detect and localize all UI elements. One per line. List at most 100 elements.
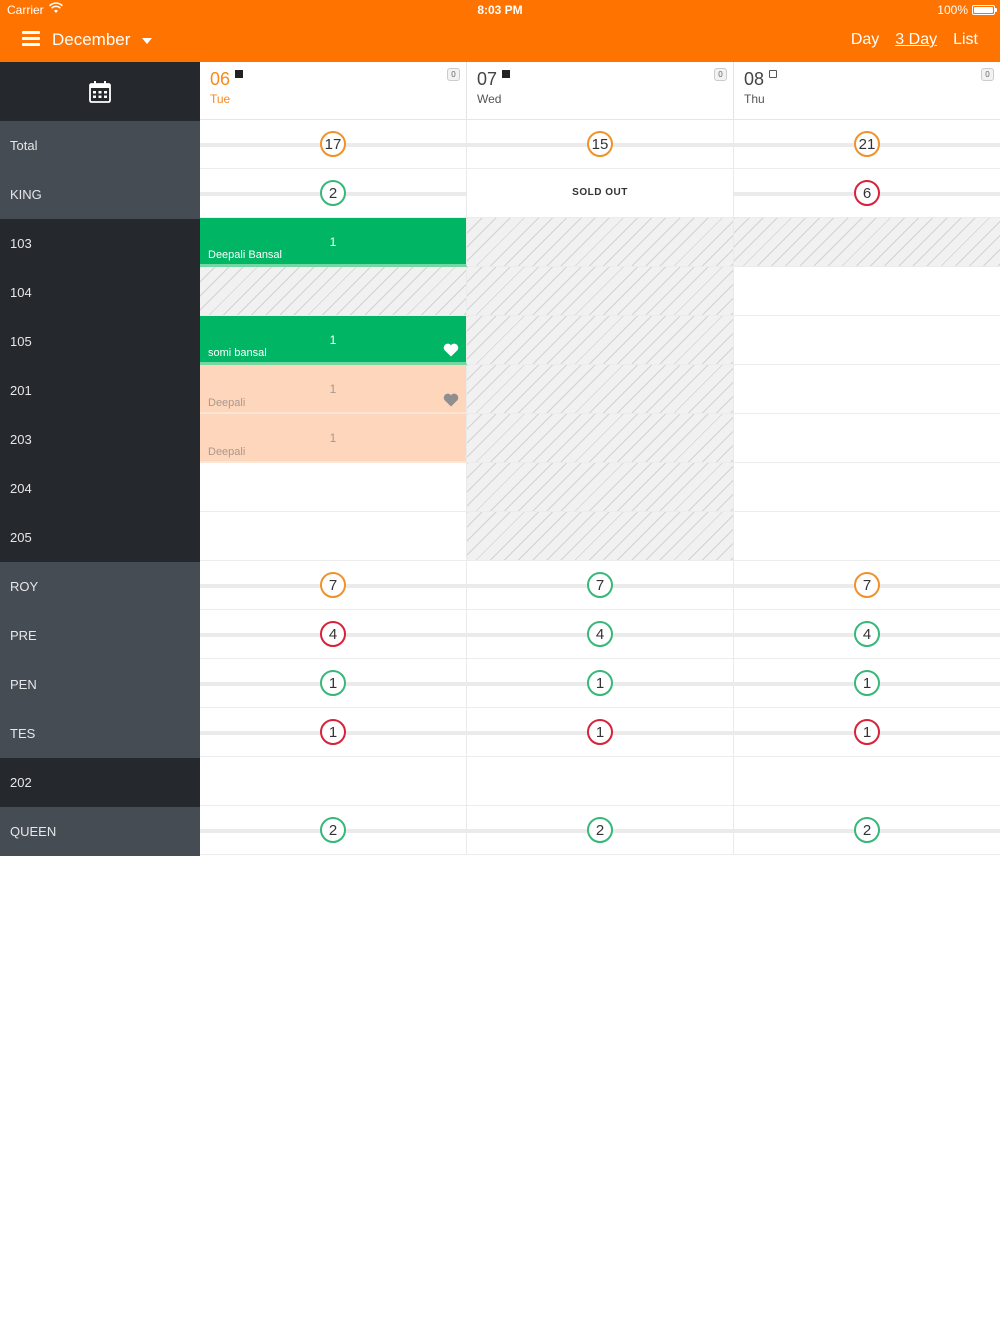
view-tab-list[interactable]: List — [953, 31, 978, 49]
grid-row-roy: 7 7 7 — [200, 561, 1000, 610]
availability-count: 4 — [587, 621, 613, 647]
empty-cell[interactable] — [734, 316, 1000, 365]
calendar-icon — [89, 80, 111, 103]
availability-cell[interactable]: 21 — [734, 120, 1000, 169]
empty-cell[interactable] — [467, 757, 734, 806]
view-tab-day[interactable]: Day — [851, 31, 879, 49]
view-tabs: Day 3 Day List — [851, 31, 978, 49]
empty-cell[interactable] — [200, 512, 467, 561]
availability-cell[interactable]: 7 — [467, 561, 734, 610]
grid-row-104 — [200, 267, 1000, 316]
sidebar-row-roy[interactable]: ROY — [0, 562, 200, 611]
day-number: 06 — [210, 69, 231, 89]
availability-count: 1 — [587, 719, 613, 745]
day-header-08[interactable]: 08 Thu 0 — [734, 62, 1000, 119]
guest-name: Deepali — [208, 446, 246, 458]
availability-cell[interactable]: 1 — [734, 659, 1000, 708]
availability-grid: 06 Tue 0 07 Wed 0 08 Thu 0 17 15 21 2 SOLD OUT 6 1 Deep… — [200, 62, 1000, 855]
sidebar-row-204[interactable]: 204 — [0, 464, 200, 513]
availability-cell[interactable]: 1 — [467, 708, 734, 757]
day-header-07[interactable]: 07 Wed 0 — [467, 62, 734, 119]
sidebar-row-103[interactable]: 103 — [0, 219, 200, 268]
note-icon[interactable] — [235, 70, 243, 78]
sidebar-row-201[interactable]: 201 — [0, 366, 200, 415]
sidebar-row-105[interactable]: 105 — [0, 317, 200, 366]
note-icon[interactable] — [769, 70, 777, 78]
blocked-cell — [467, 512, 734, 561]
availability-cell[interactable]: SOLD OUT — [467, 169, 734, 218]
sidebar-row-total[interactable]: Total — [0, 121, 200, 170]
empty-cell[interactable] — [200, 463, 467, 512]
blocked-cell — [467, 316, 734, 365]
count-badge: 0 — [981, 68, 994, 81]
calendar-button[interactable] — [0, 62, 200, 121]
grid-row-total: 17 15 21 — [200, 120, 1000, 169]
day-name: Thu — [744, 92, 765, 106]
heart-icon — [443, 393, 459, 407]
empty-cell[interactable] — [734, 267, 1000, 316]
empty-cell[interactable] — [734, 757, 1000, 806]
availability-cell[interactable]: 1 — [200, 708, 467, 757]
availability-cell[interactable]: 2 — [200, 806, 467, 855]
battery-icon — [972, 5, 997, 15]
empty-cell[interactable] — [734, 512, 1000, 561]
sidebar-row-205[interactable]: 205 — [0, 513, 200, 562]
availability-cell[interactable]: 7 — [200, 561, 467, 610]
sidebar-row-queen[interactable]: QUEEN — [0, 807, 200, 856]
availability-cell[interactable]: 1 — [200, 659, 467, 708]
booking-cell[interactable]: 1 Deepali — [200, 365, 467, 414]
sidebar-row-202[interactable]: 202 — [0, 758, 200, 807]
empty-cell[interactable] — [734, 463, 1000, 512]
booking-cell[interactable]: 1 somi bansal — [200, 316, 467, 365]
sidebar-row-tes[interactable]: TES — [0, 709, 200, 758]
availability-count: 7 — [587, 572, 613, 598]
booking-cell[interactable]: 1 Deepali — [200, 414, 467, 463]
availability-cell[interactable]: 1 — [467, 659, 734, 708]
empty-cell[interactable] — [734, 414, 1000, 463]
availability-cell[interactable]: 15 — [467, 120, 734, 169]
month-selector[interactable]: December — [52, 30, 130, 50]
availability-cell[interactable]: 1 — [734, 708, 1000, 757]
nav-bar: December Day 3 Day List — [0, 20, 1000, 62]
availability-cell[interactable]: 6 — [734, 169, 1000, 218]
availability-count: 1 — [854, 670, 880, 696]
day-header-06[interactable]: 06 Tue 0 — [200, 62, 467, 119]
note-icon[interactable] — [502, 70, 510, 78]
grid-row-202 — [200, 757, 1000, 806]
availability-cell[interactable]: 2 — [734, 806, 1000, 855]
grid-row-queen: 2 2 2 — [200, 806, 1000, 855]
day-headers: 06 Tue 0 07 Wed 0 08 Thu 0 — [200, 62, 1000, 120]
availability-cell[interactable]: 2 — [200, 169, 467, 218]
availability-cell[interactable]: 4 — [467, 610, 734, 659]
empty-cell[interactable] — [200, 757, 467, 806]
caret-down-icon[interactable] — [142, 38, 152, 44]
availability-cell[interactable]: 4 — [734, 610, 1000, 659]
grid-row-pen: 1 1 1 — [200, 659, 1000, 708]
view-tab-3-day[interactable]: 3 Day — [895, 31, 937, 49]
sidebar-row-king[interactable]: KING — [0, 170, 200, 219]
availability-count: 1 — [587, 670, 613, 696]
empty-cell[interactable] — [734, 365, 1000, 414]
top-bar: Carrier 8:03 PM 100% December Day 3 Day Li… — [0, 0, 1000, 62]
availability-count: 2 — [587, 817, 613, 843]
grid-row-105: 1 somi bansal — [200, 316, 1000, 365]
room-sidebar: Total KING 103 104 105 201 203 204 205 ROY PRE PEN T… — [0, 62, 200, 856]
blocked-cell — [467, 267, 734, 316]
sidebar-row-104[interactable]: 104 — [0, 268, 200, 317]
blocked-cell — [467, 365, 734, 414]
availability-cell[interactable]: 4 — [200, 610, 467, 659]
status-bar: Carrier 8:03 PM 100% — [0, 0, 1000, 20]
day-name: Tue — [210, 92, 231, 106]
availability-cell[interactable]: 2 — [467, 806, 734, 855]
availability-cell[interactable]: 17 — [200, 120, 467, 169]
sidebar-row-203[interactable]: 203 — [0, 415, 200, 464]
grid-row-103: 1 Deepali Bansal — [200, 218, 1000, 267]
hamburger-menu-icon[interactable] — [22, 31, 40, 47]
blocked-cell — [467, 414, 734, 463]
grid-row-pre: 4 4 4 — [200, 610, 1000, 659]
sidebar-row-pen[interactable]: PEN — [0, 660, 200, 709]
booking-cell[interactable]: 1 Deepali Bansal — [200, 218, 467, 267]
sidebar-row-pre[interactable]: PRE — [0, 611, 200, 660]
battery-percent: 100% — [937, 3, 968, 17]
availability-cell[interactable]: 7 — [734, 561, 1000, 610]
